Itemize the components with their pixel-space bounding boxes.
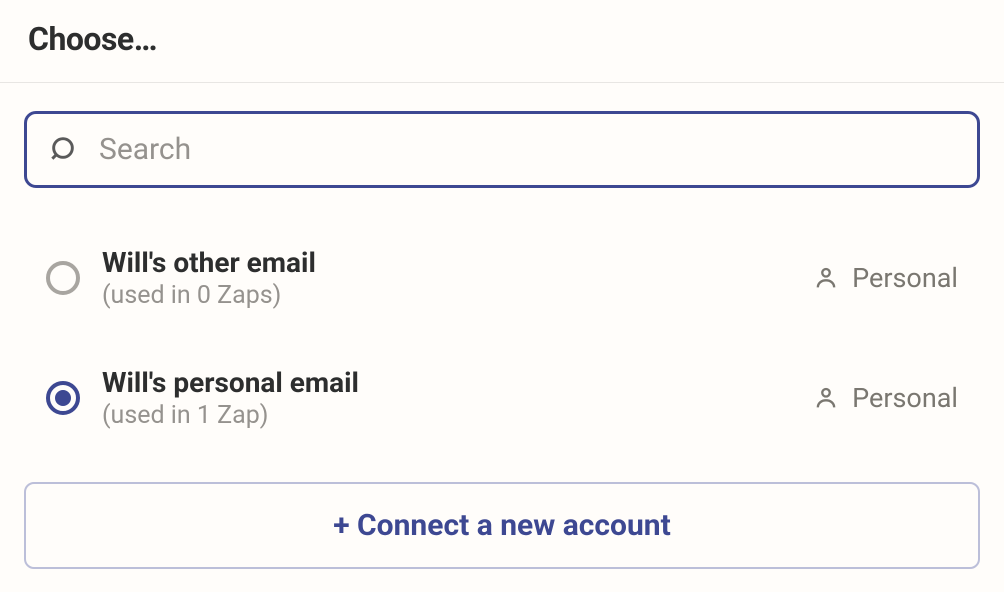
account-scope: Personal [812, 382, 958, 414]
person-icon [812, 264, 840, 292]
connect-new-account-button[interactable]: + Connect a new account [24, 482, 980, 569]
modal-body: Will's other email (used in 0 Zaps) Pers… [0, 83, 1004, 589]
account-usage: (used in 0 Zaps) [102, 281, 790, 310]
account-option-text: Will's other email (used in 0 Zaps) [102, 246, 790, 310]
radio-selected[interactable] [46, 381, 80, 415]
search-input[interactable] [99, 132, 955, 167]
account-option-text: Will's personal email (used in 1 Zap) [102, 366, 790, 430]
account-scope: Personal [812, 262, 958, 294]
account-usage: (used in 1 Zap) [102, 401, 790, 430]
connect-button-label: + Connect a new account [333, 508, 670, 543]
account-scope-label: Personal [852, 382, 958, 414]
account-scope-label: Personal [852, 262, 958, 294]
radio-unselected[interactable] [46, 261, 80, 295]
account-name: Will's personal email [102, 366, 790, 399]
person-icon [812, 384, 840, 412]
account-option[interactable]: Will's personal email (used in 1 Zap) Pe… [46, 352, 958, 444]
account-options-list: Will's other email (used in 0 Zaps) Pers… [24, 188, 980, 482]
account-option[interactable]: Will's other email (used in 0 Zaps) Pers… [46, 232, 958, 324]
account-name: Will's other email [102, 246, 790, 279]
search-field-wrapper[interactable] [24, 111, 980, 188]
modal-header: Choose… [0, 0, 1004, 83]
modal-title: Choose… [28, 20, 976, 58]
search-icon [49, 134, 81, 166]
